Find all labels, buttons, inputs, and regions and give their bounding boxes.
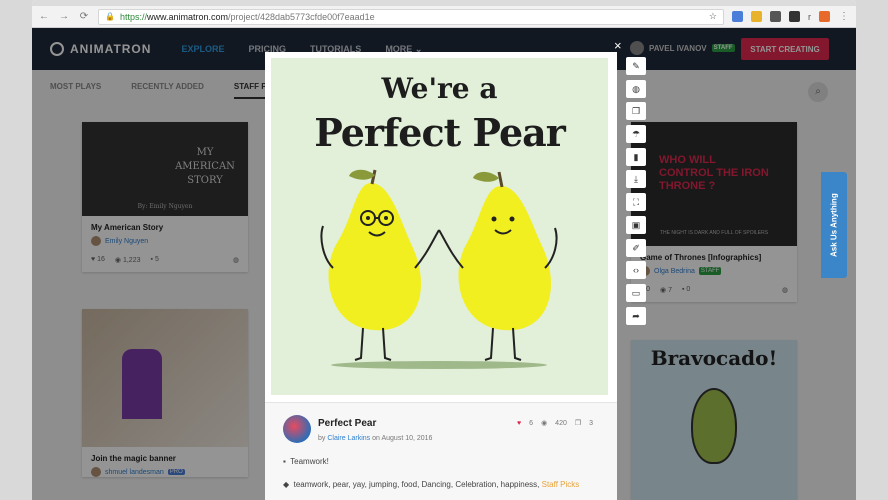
back-icon[interactable]: ←	[38, 11, 50, 22]
copy-icon: ❐	[574, 420, 582, 427]
author-link[interactable]: Claire Larkins	[327, 435, 370, 442]
avatar[interactable]	[283, 415, 311, 443]
address-bar: ← → ⟳ 🔒 https://www.animatron.com/projec…	[32, 6, 856, 28]
url-input[interactable]: 🔒 https://www.animatron.com/project/428d…	[98, 8, 724, 25]
url-path: /project/428dab5773cfde00f7eaad1e	[228, 11, 375, 22]
chart-icon[interactable]: ▮	[626, 147, 646, 166]
ask-us-anything-tab[interactable]: Ask Us Anything	[821, 172, 847, 278]
url-host: www.animatron.com	[146, 11, 229, 22]
extension-r-icon[interactable]: r	[808, 12, 811, 22]
views-count: 420	[555, 419, 567, 427]
layers-icon[interactable]	[789, 11, 800, 22]
save-icon[interactable]: ▭	[626, 283, 646, 302]
close-icon[interactable]: ×	[614, 38, 622, 53]
extension-icon[interactable]	[751, 11, 762, 22]
tag-icon: ◆	[283, 480, 290, 489]
umbrella-icon[interactable]: ☂	[626, 125, 646, 144]
copies-count: 3	[589, 419, 594, 427]
eye-icon: ◉	[541, 420, 548, 427]
pocket-icon[interactable]	[770, 11, 781, 22]
project-artwork[interactable]: We're a Perfect Pear	[271, 58, 608, 395]
project-stats: ♥ 6 ◉ 420 ❐ 3	[517, 419, 594, 428]
pencil-icon[interactable]: ✎	[626, 57, 646, 75]
share-icon[interactable]: ➦	[626, 306, 646, 325]
project-tags: ◆ teamwork, pear, yay, jumping, food, Da…	[283, 480, 580, 489]
code-icon[interactable]: ‹›	[626, 261, 646, 280]
lock-icon: 🔒	[105, 12, 115, 21]
star-icon[interactable]: ☆	[709, 11, 717, 22]
fire-icon[interactable]	[819, 11, 830, 22]
forward-icon[interactable]: →	[58, 11, 70, 22]
project-byline: by Claire Larkins on August 10, 2016	[318, 435, 433, 442]
reload-icon[interactable]: ⟳	[78, 11, 90, 22]
url-scheme: https://	[119, 11, 147, 22]
download-icon[interactable]: ⤓	[626, 170, 646, 189]
likes-count: 6	[529, 419, 534, 427]
project-modal: We're a Perfect Pear Perfect Pear by Cla…	[265, 52, 617, 500]
comment-icon: ▪	[283, 457, 286, 466]
fullscreen-icon[interactable]: ⛶	[626, 193, 646, 212]
staff-picks-tag[interactable]: Staff Picks	[542, 480, 580, 489]
embed-box-icon[interactable]: ▣	[626, 215, 646, 234]
project-title[interactable]: Perfect Pear	[318, 418, 376, 429]
project-description: ▪ Teamwork!	[283, 457, 329, 466]
globe-icon[interactable]: ◍	[626, 79, 646, 98]
copy-icon[interactable]: ❐	[626, 102, 646, 121]
pears-illustration	[320, 169, 558, 369]
project-date: August 10, 2016	[381, 435, 433, 442]
tool-column: ✎ ◍ ❐ ☂ ▮ ⤓ ⛶ ▣ ✐ ‹› ▭ ➦	[626, 57, 646, 329]
project-details: Perfect Pear by Claire Larkins on August…	[265, 402, 617, 500]
heart-icon[interactable]: ♥	[517, 420, 521, 427]
edit-note-icon[interactable]: ✐	[626, 238, 646, 257]
menu-icon[interactable]: ⋮	[838, 11, 850, 22]
extension-icon[interactable]	[732, 11, 743, 22]
